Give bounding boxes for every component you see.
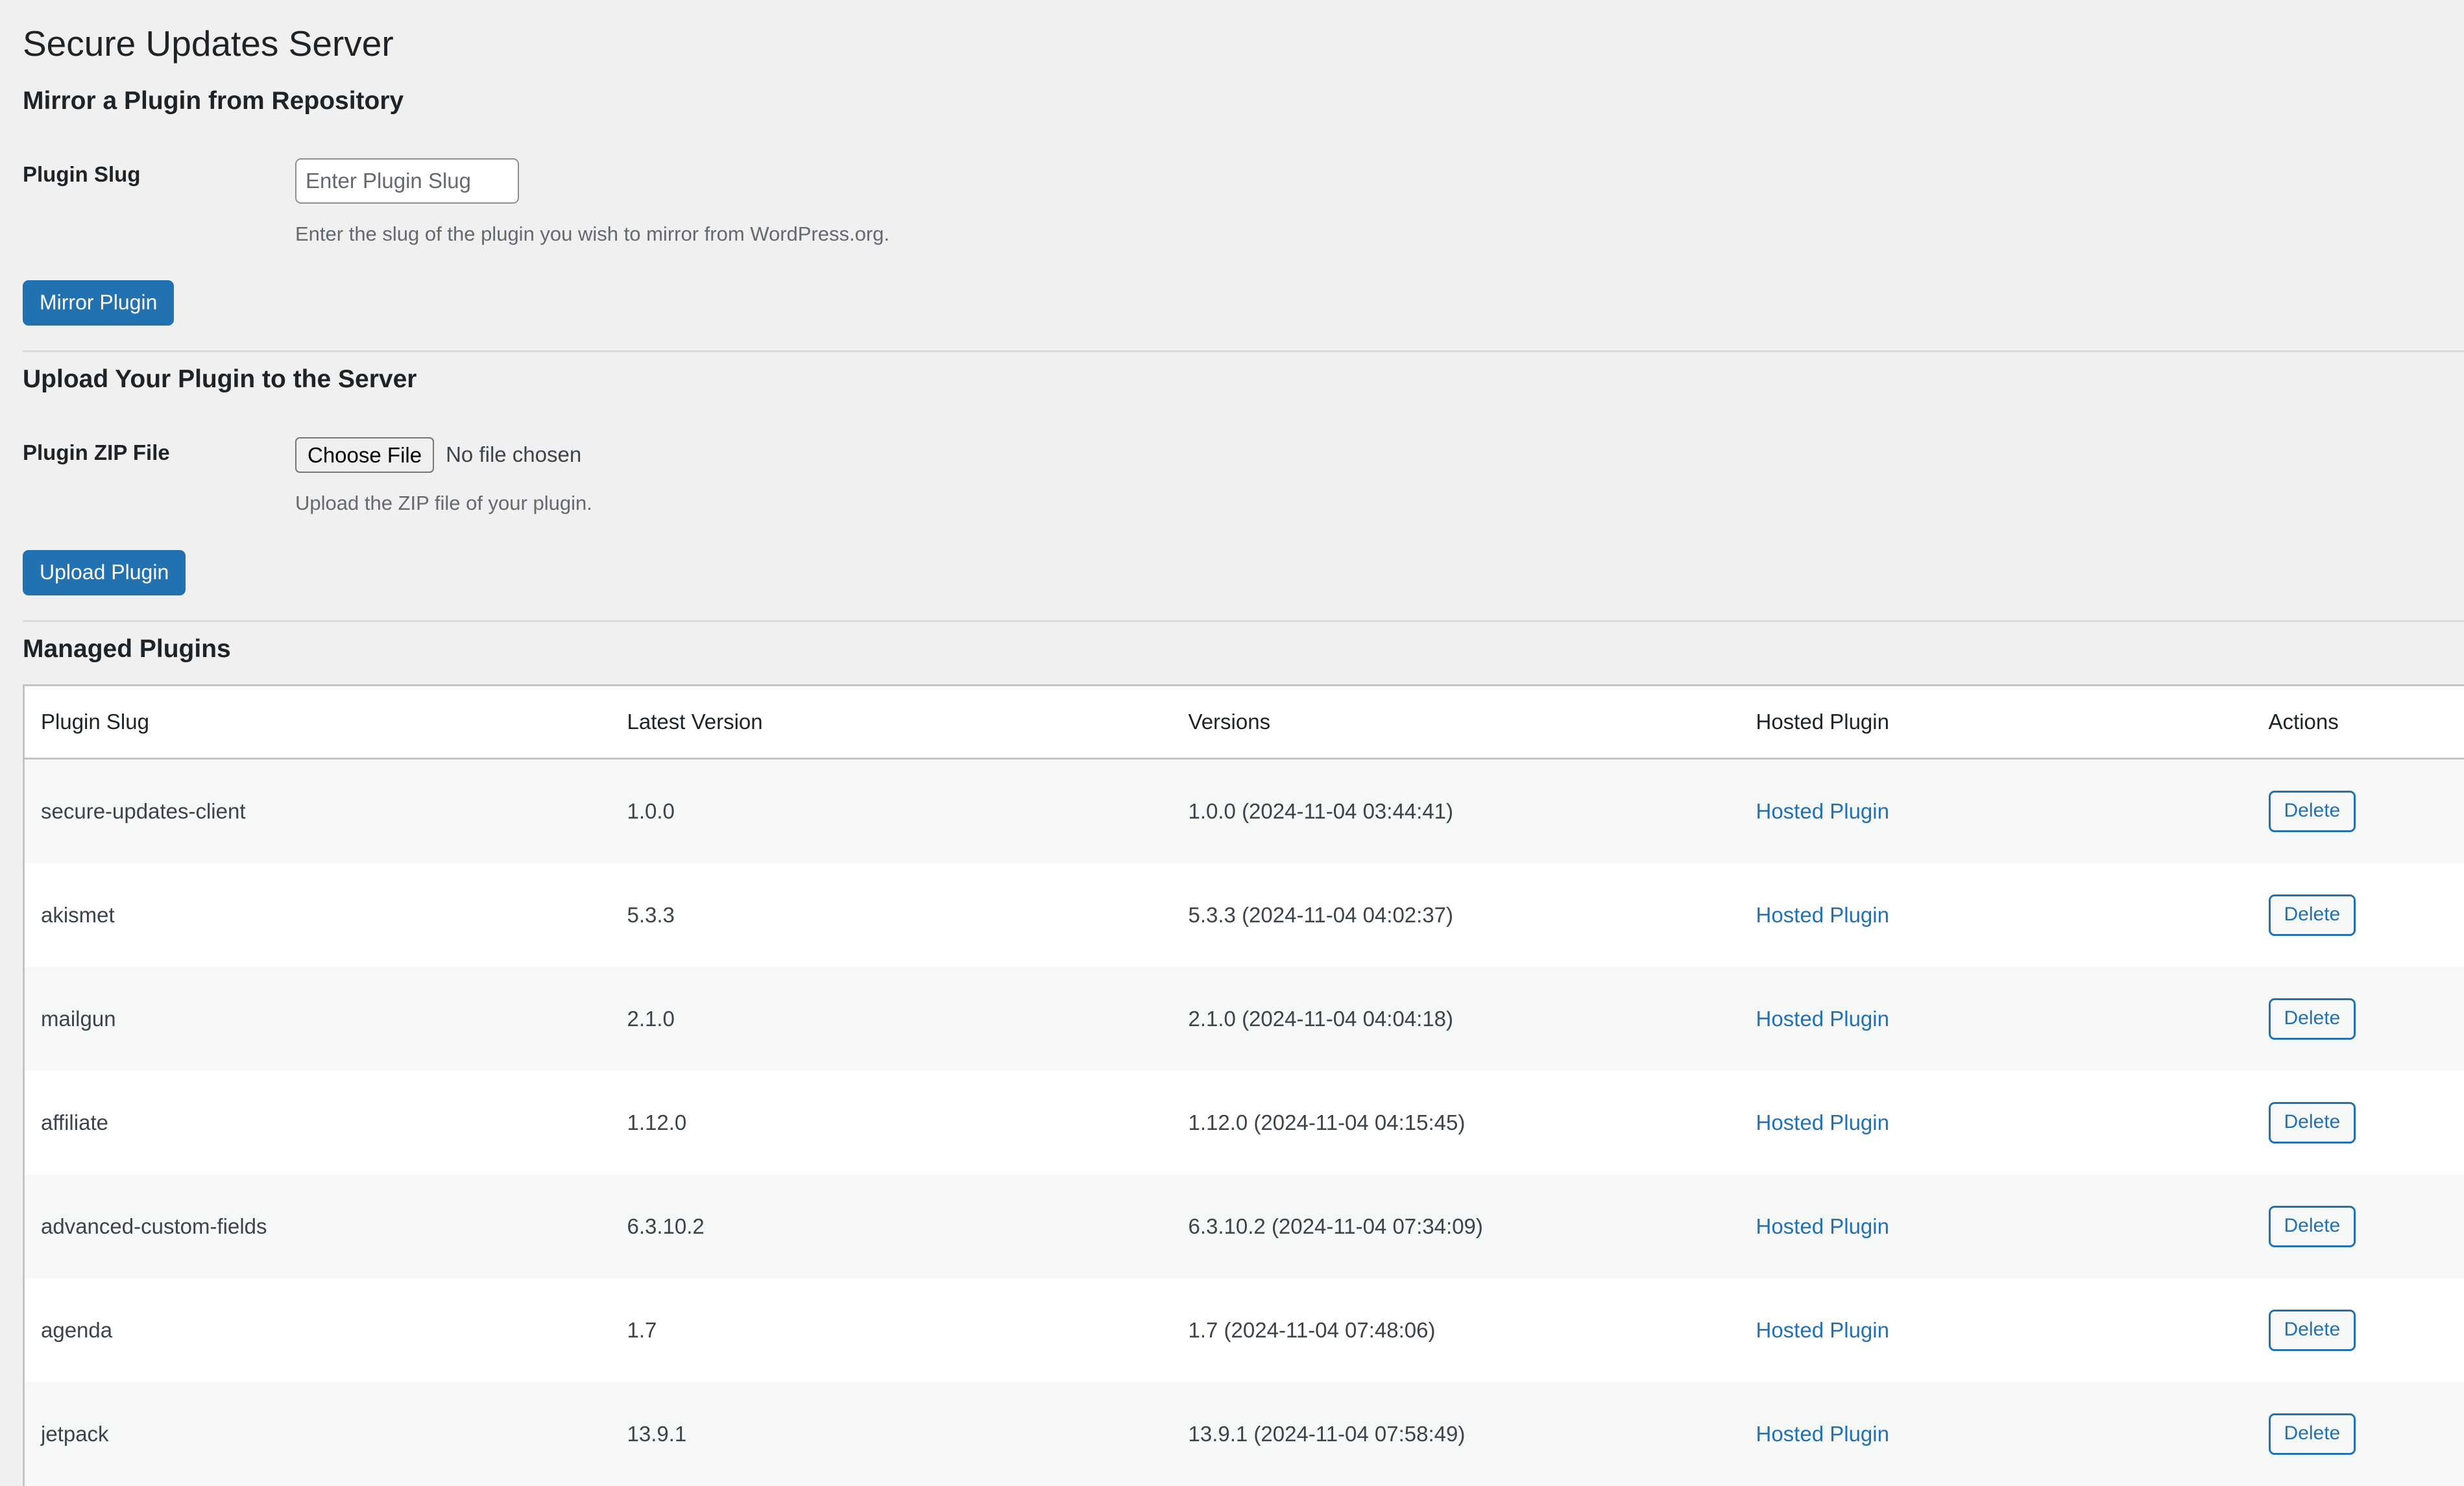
- cell-versions: 2.1.0 (2024-11-04 04:04:18): [1172, 967, 1740, 1071]
- cell-versions: 1.7 (2024-11-04 07:48:06): [1172, 1278, 1740, 1382]
- table-row: mailgun2.1.02.1.0 (2024-11-04 04:04:18) H…: [24, 967, 2464, 1071]
- cell-plugin-slug: affiliate: [24, 1071, 611, 1175]
- table-row: akismet5.3.35.3.3 (2024-11-04 04:02:37) H…: [24, 863, 2464, 967]
- cell-actions: Delete: [2253, 967, 2464, 1071]
- table-row: agenda1.71.7 (2024-11-04 07:48:06) Hosted…: [24, 1278, 2464, 1382]
- plugin-slug-label: Plugin Slug: [23, 134, 295, 274]
- cell-plugin-slug: jetpack: [24, 1382, 611, 1486]
- column-header-plugin-slug[interactable]: Plugin Slug: [24, 685, 611, 759]
- table-row: affiliate1.12.01.12.0 (2024-11-04 04:15:…: [24, 1071, 2464, 1175]
- column-header-latest-version[interactable]: Latest Version: [611, 685, 1172, 759]
- cell-actions: Delete: [2253, 1278, 2464, 1382]
- plugin-slug-description: Enter the slug of the plugin you wish to…: [295, 219, 2458, 250]
- hosted-plugin-link[interactable]: Hosted Plugin: [1756, 1007, 1889, 1031]
- cell-plugin-slug: secure-updates-client: [24, 759, 611, 864]
- hosted-plugin-link[interactable]: Hosted Plugin: [1756, 1214, 1889, 1238]
- column-header-actions[interactable]: Actions: [2253, 685, 2464, 759]
- cell-plugin-slug: agenda: [24, 1278, 611, 1382]
- cell-plugin-slug: mailgun: [24, 967, 611, 1071]
- delete-button[interactable]: Delete: [2269, 1413, 2356, 1455]
- cell-hosted-plugin: Hosted Plugin: [1740, 967, 2253, 1071]
- cell-hosted-plugin: Hosted Plugin: [1740, 1071, 2253, 1175]
- delete-button[interactable]: Delete: [2269, 1310, 2356, 1351]
- plugin-zip-description: Upload the ZIP file of your plugin.: [295, 488, 2458, 519]
- cell-versions: 13.9.1 (2024-11-04 07:58:49): [1172, 1382, 1740, 1486]
- plugin-zip-row: Plugin ZIP File Choose File No file chos…: [23, 412, 2464, 544]
- cell-plugin-slug: advanced-custom-fields: [24, 1175, 611, 1278]
- hosted-plugin-link[interactable]: Hosted Plugin: [1756, 1318, 1889, 1342]
- plugin-slug-field-cell: Enter the slug of the plugin you wish to…: [295, 134, 2464, 274]
- delete-button[interactable]: Delete: [2269, 998, 2356, 1040]
- column-header-versions[interactable]: Versions: [1172, 685, 1740, 759]
- cell-hosted-plugin: Hosted Plugin: [1740, 1175, 2253, 1278]
- managed-plugins-table-head: Plugin Slug Latest Version Versions Host…: [24, 685, 2464, 759]
- table-row: secure-updates-client1.0.01.0.0 (2024-11…: [24, 759, 2464, 864]
- cell-latest-version: 1.0.0: [611, 759, 1172, 864]
- mirror-section-heading: Mirror a Plugin from Repository: [23, 74, 2464, 125]
- cell-hosted-plugin: Hosted Plugin: [1740, 759, 2253, 864]
- hosted-plugin-link[interactable]: Hosted Plugin: [1756, 903, 1889, 927]
- cell-latest-version: 1.12.0: [611, 1071, 1172, 1175]
- cell-actions: Delete: [2253, 863, 2464, 967]
- admin-page-wrap: Secure Updates Server Mirror a Plugin fr…: [0, 6, 2464, 1486]
- cell-latest-version: 5.3.3: [611, 863, 1172, 967]
- cell-hosted-plugin: Hosted Plugin: [1740, 1382, 2253, 1486]
- cell-hosted-plugin: Hosted Plugin: [1740, 863, 2253, 967]
- cell-versions: 6.3.10.2 (2024-11-04 07:34:09): [1172, 1175, 1740, 1278]
- choose-file-button[interactable]: Choose File: [295, 437, 434, 473]
- cell-plugin-slug: akismet: [24, 863, 611, 967]
- cell-latest-version: 2.1.0: [611, 967, 1172, 1071]
- page-title: Secure Updates Server: [23, 6, 2464, 74]
- delete-button[interactable]: Delete: [2269, 791, 2356, 832]
- cell-actions: Delete: [2253, 1382, 2464, 1486]
- managed-plugins-table: Plugin Slug Latest Version Versions Host…: [23, 684, 2464, 1486]
- cell-latest-version: 1.7: [611, 1278, 1172, 1382]
- delete-button[interactable]: Delete: [2269, 1206, 2356, 1247]
- file-input-control[interactable]: Choose File No file chosen: [295, 437, 2458, 473]
- delete-button[interactable]: Delete: [2269, 894, 2356, 936]
- plugin-zip-field-cell: Choose File No file chosen Upload the ZI…: [295, 412, 2464, 544]
- upload-plugin-form: Plugin ZIP File Choose File No file chos…: [23, 412, 2464, 544]
- hosted-plugin-link[interactable]: Hosted Plugin: [1756, 1110, 1889, 1134]
- cell-actions: Delete: [2253, 1175, 2464, 1278]
- cell-versions: 5.3.3 (2024-11-04 04:02:37): [1172, 863, 1740, 967]
- upload-plugin-button[interactable]: Upload Plugin: [23, 550, 186, 595]
- cell-actions: Delete: [2253, 1071, 2464, 1175]
- plugin-slug-input[interactable]: [295, 158, 519, 204]
- hosted-plugin-link[interactable]: Hosted Plugin: [1756, 799, 1889, 823]
- mirror-plugin-button[interactable]: Mirror Plugin: [23, 280, 174, 326]
- table-header-row: Plugin Slug Latest Version Versions Host…: [24, 685, 2464, 759]
- plugin-slug-row: Plugin Slug Enter the slug of the plugin…: [23, 134, 2464, 274]
- cell-latest-version: 13.9.1: [611, 1382, 1172, 1486]
- mirror-plugin-form: Plugin Slug Enter the slug of the plugin…: [23, 134, 2464, 274]
- table-row: jetpack13.9.113.9.1 (2024-11-04 07:58:49…: [24, 1382, 2464, 1486]
- cell-hosted-plugin: Hosted Plugin: [1740, 1278, 2253, 1382]
- hosted-plugin-link[interactable]: Hosted Plugin: [1756, 1422, 1889, 1446]
- cell-latest-version: 6.3.10.2: [611, 1175, 1172, 1278]
- cell-versions: 1.12.0 (2024-11-04 04:15:45): [1172, 1071, 1740, 1175]
- delete-button[interactable]: Delete: [2269, 1102, 2356, 1144]
- managed-plugins-table-body: secure-updates-client1.0.01.0.0 (2024-11…: [24, 759, 2464, 1486]
- no-file-chosen-text: No file chosen: [446, 442, 581, 467]
- managed-plugins-heading: Managed Plugins: [23, 622, 2464, 673]
- cell-versions: 1.0.0 (2024-11-04 03:44:41): [1172, 759, 1740, 864]
- upload-section-heading: Upload Your Plugin to the Server: [23, 352, 2464, 403]
- table-row: advanced-custom-fields6.3.10.26.3.10.2 (…: [24, 1175, 2464, 1278]
- cell-actions: Delete: [2253, 759, 2464, 864]
- plugin-zip-label: Plugin ZIP File: [23, 412, 295, 544]
- column-header-hosted-plugin[interactable]: Hosted Plugin: [1740, 685, 2253, 759]
